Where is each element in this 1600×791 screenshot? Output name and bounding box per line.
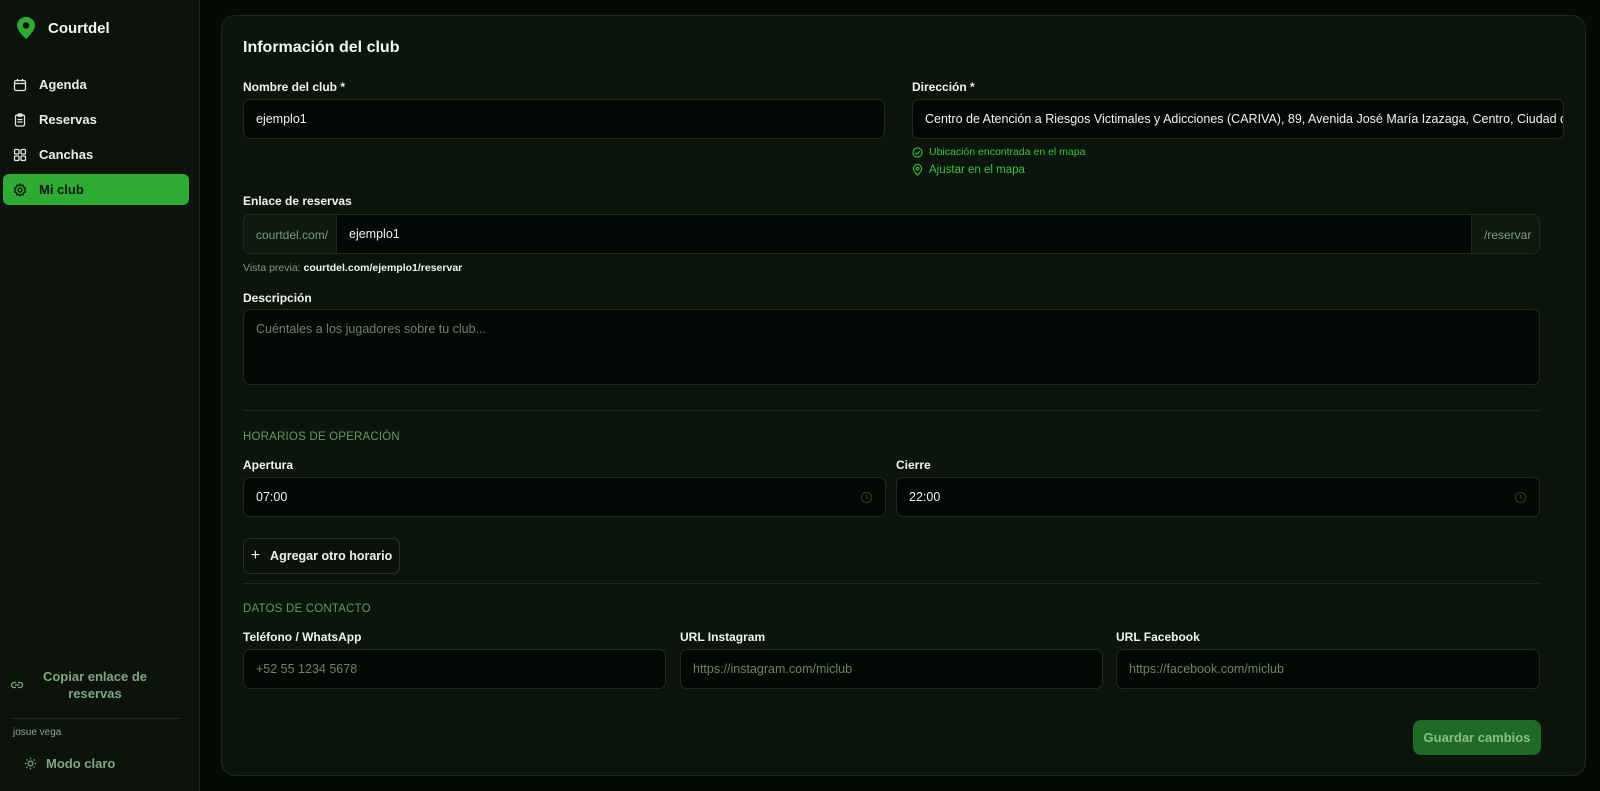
closing-time-value: 22:00 [909, 490, 941, 504]
booking-slug-input[interactable]: ejemplo1 [337, 215, 1471, 253]
instagram-input[interactable]: https://instagram.com/miclub [680, 649, 1103, 689]
description-textarea[interactable]: Cuéntales a los jugadores sobre tu club.… [243, 309, 1540, 385]
clock-icon[interactable] [1514, 491, 1527, 504]
sidebar-item-agenda[interactable]: Agenda [3, 69, 189, 100]
adjust-map-text: Ajustar en el mapa [929, 164, 1025, 176]
sidebar-item-label: Agenda [39, 77, 87, 92]
add-schedule-label: Agregar otro horario [270, 549, 393, 563]
sidebar-divider [12, 718, 180, 719]
grid-icon [13, 148, 27, 161]
user-name: josue vega [13, 727, 62, 738]
hours-section-title: HORARIOS DE OPERACIÓN [243, 431, 400, 443]
clock-icon[interactable] [860, 491, 873, 504]
brand-name: Courtdel [48, 19, 110, 37]
page-title: Información del club [243, 39, 400, 56]
map-pin-logo-icon [17, 17, 35, 39]
booking-preview-label: Vista previa: [243, 262, 301, 274]
opening-time-input[interactable]: 07:00 [243, 477, 886, 517]
check-circle-icon [912, 146, 923, 158]
sidebar-item-reservas[interactable]: Reservas [3, 104, 189, 135]
closing-time-input[interactable]: 22:00 [896, 477, 1540, 517]
closing-label: Cierre [896, 458, 931, 472]
sidebar: Courtdel Agenda Reservas Canchas Mi club [0, 0, 200, 791]
plus-icon: + [250, 547, 261, 564]
location-found-text: Ubicación encontrada en el mapa [929, 146, 1086, 158]
facebook-label: URL Facebook [1116, 630, 1200, 644]
booking-preview-url: courtdel.com/ejemplo1/reservar [303, 262, 463, 274]
club-info-card: Información del club Nombre del club * e… [221, 15, 1586, 776]
opening-label: Apertura [243, 458, 294, 472]
phone-label: Teléfono / WhatsApp [243, 630, 362, 644]
copy-link-label: Copiar enlace de reservas [42, 669, 148, 701]
address-input[interactable]: Centro de Atención a Riesgos Victimales … [912, 99, 1564, 139]
booking-preview: Vista previa: courtdel.com/ejemplo1/rese… [243, 262, 462, 274]
theme-toggle-button[interactable]: Modo claro [24, 756, 115, 771]
club-name-input[interactable]: ejemplo1 [243, 99, 885, 139]
sidebar-item-label: Canchas [39, 147, 94, 162]
copy-booking-link-button[interactable]: Copiar enlace de reservas [10, 668, 180, 702]
contact-section-title: DATOS DE CONTACTO [243, 603, 371, 615]
sidebar-item-mi-club[interactable]: Mi club [3, 174, 189, 205]
sun-icon [24, 757, 37, 770]
section-divider [243, 410, 1540, 411]
booking-link-label: Enlace de reservas [243, 194, 352, 208]
booking-link-prefix: courtdel.com/ [244, 215, 337, 253]
club-name-label: Nombre del club * [243, 80, 346, 94]
booking-link-group: courtdel.com/ ejemplo1 /reservar [243, 214, 1540, 254]
link-icon [10, 681, 24, 689]
save-button[interactable]: Guardar cambios [1413, 720, 1541, 755]
clipboard-icon [14, 112, 26, 127]
section-divider [243, 583, 1540, 584]
map-pin-icon [912, 164, 923, 176]
calendar-icon [13, 78, 27, 91]
phone-input[interactable]: +52 55 1234 5678 [243, 649, 666, 689]
location-found-hint: Ubicación encontrada en el mapa [912, 146, 1085, 158]
opening-time-value: 07:00 [256, 490, 288, 504]
sidebar-nav: Agenda Reservas Canchas Mi club [3, 69, 189, 209]
adjust-map-link[interactable]: Ajustar en el mapa [912, 164, 1025, 176]
brand[interactable]: Courtdel [16, 16, 110, 40]
sidebar-item-label: Mi club [39, 182, 84, 197]
address-label: Dirección * [912, 80, 975, 94]
gear-icon [13, 182, 27, 197]
instagram-label: URL Instagram [680, 630, 766, 644]
theme-toggle-label: Modo claro [46, 756, 116, 771]
sidebar-item-canchas[interactable]: Canchas [3, 139, 189, 170]
booking-link-suffix: /reservar [1471, 215, 1539, 253]
sidebar-item-label: Reservas [39, 112, 97, 127]
description-label: Descripción [243, 291, 312, 305]
facebook-input[interactable]: https://facebook.com/miclub [1116, 649, 1540, 689]
add-schedule-button[interactable]: + Agregar otro horario [243, 538, 400, 574]
